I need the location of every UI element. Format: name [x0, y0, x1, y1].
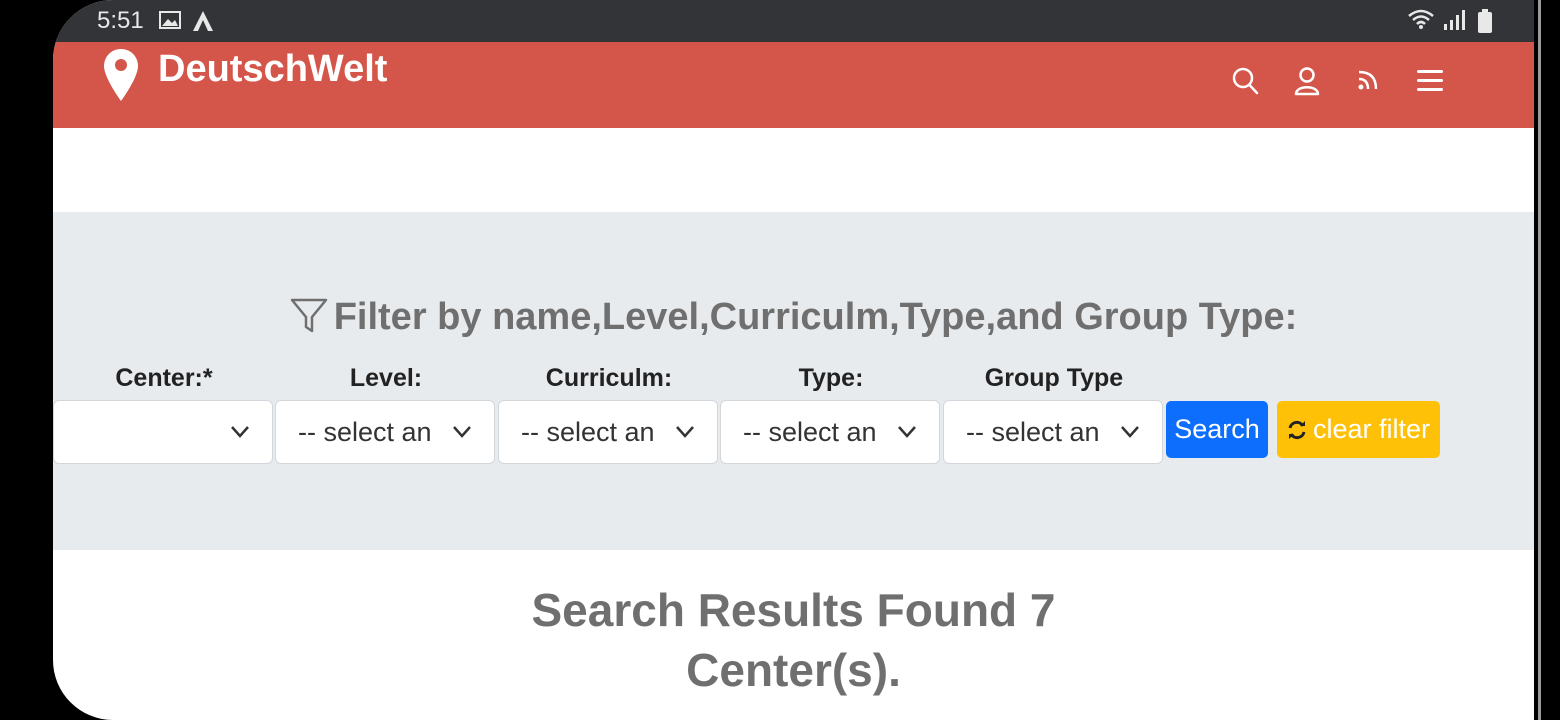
status-bar: 5:51 [53, 0, 1534, 42]
chevron-down-icon [453, 426, 471, 438]
rss-icon[interactable] [1357, 69, 1379, 96]
search-results-heading: Search Results Found 7 Center(s). [53, 580, 1534, 700]
filter-title: Filter by name,Level,Curriculm,Type,and … [53, 296, 1534, 339]
chevron-down-icon [1121, 426, 1139, 438]
chevron-down-icon [676, 426, 694, 438]
app-header: DeutschWelt [53, 42, 1534, 128]
filter-icon [290, 298, 327, 333]
chevron-down-icon [231, 426, 249, 438]
a-icon [192, 10, 214, 37]
screen-edge [1538, 0, 1541, 720]
search-button[interactable]: Search [1166, 401, 1268, 458]
refresh-icon [1288, 420, 1306, 439]
group-type-label: Group Type [984, 364, 1124, 392]
search-icon[interactable] [1231, 66, 1259, 101]
image-icon [159, 10, 181, 35]
location-pin-icon[interactable] [103, 48, 139, 107]
clear-filter-label: clear filter [1312, 414, 1431, 444]
curriculum-label: Curriculm: [545, 364, 673, 392]
level-label: Level: [349, 364, 423, 392]
type-label: Type: [798, 364, 864, 392]
wifi-icon [1407, 8, 1435, 35]
level-select-value: -- select an [298, 417, 432, 447]
menu-icon[interactable] [1416, 69, 1444, 98]
user-icon[interactable] [1294, 66, 1320, 101]
group-type-select-value: -- select an [966, 417, 1100, 447]
clear-filter-button[interactable]: clear filter [1277, 401, 1440, 458]
status-time: 5:51 [97, 7, 144, 34]
curriculum-select[interactable]: -- select an [498, 400, 718, 464]
chevron-down-icon [898, 426, 916, 438]
phone-screen: 5:51 DeutschWelt Filter by name,Level,Cu… [53, 0, 1534, 720]
signal-icon [1443, 10, 1465, 35]
filter-section: Filter by name,Level,Curriculm,Type,and … [53, 212, 1534, 550]
battery-icon [1477, 9, 1493, 38]
center-label: Center:* [115, 364, 213, 392]
group-type-select[interactable]: -- select an [943, 400, 1163, 464]
type-select-value: -- select an [743, 417, 877, 447]
type-select[interactable]: -- select an [720, 400, 940, 464]
center-select[interactable] [53, 400, 273, 464]
filter-title-text: Filter by name,Level,Curriculm,Type,and … [333, 296, 1298, 338]
results-line-1: Search Results Found 7 [531, 584, 1056, 636]
results-line-2: Center(s). [686, 644, 901, 696]
brand-name[interactable]: DeutschWelt [158, 48, 387, 91]
curriculum-select-value: -- select an [521, 417, 655, 447]
level-select[interactable]: -- select an [275, 400, 495, 464]
